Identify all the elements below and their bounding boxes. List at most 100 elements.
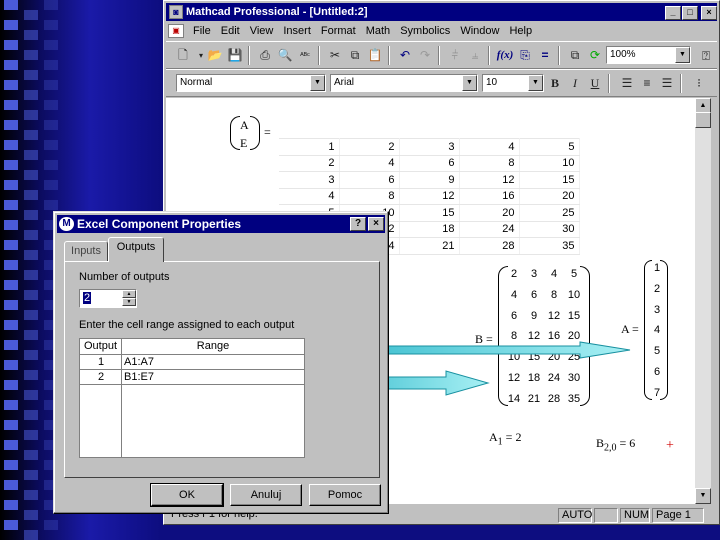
- excel-cell[interactable]: 2: [279, 155, 340, 172]
- range-cell[interactable]: B1:E7: [122, 370, 304, 385]
- zoom-select[interactable]: 100% ▼: [606, 46, 691, 64]
- excel-cell[interactable]: 15: [399, 204, 460, 222]
- menu-bar: ▣ File Edit View Insert Format Math Symb…: [166, 22, 717, 40]
- excel-cell[interactable]: 28: [459, 237, 520, 255]
- mathcad-app-icon[interactable]: ◙: [169, 5, 183, 19]
- menu-help[interactable]: Help: [504, 25, 537, 37]
- italic-icon[interactable]: I: [566, 75, 584, 92]
- num-outputs-stepper[interactable]: 2 ▲ ▼: [79, 289, 137, 308]
- excel-cell[interactable]: 12: [399, 188, 460, 205]
- resources-icon[interactable]: ⟳: [586, 47, 604, 64]
- spin-down-icon[interactable]: ▼: [122, 298, 136, 306]
- spin-up-icon[interactable]: ▲: [122, 290, 136, 298]
- align-left-icon[interactable]: ☰: [618, 75, 636, 92]
- spell-check-icon[interactable]: ᴬᴮᶜ: [296, 47, 314, 64]
- close-icon[interactable]: ×: [368, 217, 384, 231]
- excel-cell[interactable]: 3: [279, 171, 340, 189]
- excel-cell[interactable]: 10: [519, 155, 580, 172]
- chevron-down-icon[interactable]: ▼: [310, 75, 325, 91]
- cancel-button[interactable]: Anuluj: [230, 484, 302, 506]
- tab-outputs[interactable]: Outputs: [108, 237, 164, 262]
- chevron-down-icon[interactable]: ▼: [528, 75, 543, 91]
- help-icon[interactable]: ?: [350, 217, 366, 231]
- scroll-thumb[interactable]: [695, 112, 711, 128]
- excel-cell[interactable]: 25: [519, 204, 580, 222]
- excel-cell[interactable]: 6: [399, 155, 460, 172]
- bullets-icon[interactable]: ⁝: [690, 75, 708, 92]
- excel-cell[interactable]: 16: [459, 188, 520, 205]
- align-across-icon[interactable]: ⫩: [446, 47, 464, 64]
- help-icon[interactable]: ⍰: [697, 47, 715, 64]
- minimize-button[interactable]: _: [665, 6, 681, 20]
- excel-cell[interactable]: 3: [399, 138, 460, 156]
- excel-cell[interactable]: 4: [279, 188, 340, 205]
- excel-cell[interactable]: 2: [339, 138, 400, 156]
- excel-cell[interactable]: 20: [519, 188, 580, 205]
- chevron-down-icon[interactable]: ▼: [675, 47, 690, 63]
- excel-cell[interactable]: 20: [459, 204, 520, 222]
- menu-window[interactable]: Window: [455, 25, 504, 37]
- menu-file[interactable]: File: [188, 25, 216, 37]
- copy-icon[interactable]: ⧉: [346, 47, 364, 64]
- scroll-down-icon[interactable]: ▼: [695, 488, 711, 504]
- excel-cell[interactable]: 24: [459, 221, 520, 238]
- print-icon[interactable]: ⎙: [256, 47, 274, 64]
- align-down-icon[interactable]: ⫨: [466, 47, 484, 64]
- close-button[interactable]: ×: [701, 6, 717, 20]
- cut-icon[interactable]: ✂: [326, 47, 344, 64]
- new-icon[interactable]: 🗋: [174, 47, 192, 64]
- document-icon[interactable]: ▣: [168, 24, 184, 38]
- ok-button[interactable]: OK: [150, 483, 224, 507]
- menu-view[interactable]: View: [245, 25, 279, 37]
- paste-icon[interactable]: 📋: [366, 47, 384, 64]
- excel-cell[interactable]: 18: [399, 221, 460, 238]
- menu-insert[interactable]: Insert: [278, 25, 316, 37]
- excel-cell[interactable]: 9: [399, 171, 460, 189]
- print-preview-icon[interactable]: 🔍: [276, 47, 294, 64]
- excel-cell[interactable]: 5: [519, 138, 580, 156]
- font-size-select[interactable]: 10 ▼: [482, 74, 544, 92]
- align-right-icon[interactable]: ☰: [658, 75, 676, 92]
- excel-cell[interactable]: 1: [279, 138, 340, 156]
- excel-cell[interactable]: 15: [519, 171, 580, 189]
- dialog-titlebar[interactable]: M Excel Component Properties ? ×: [57, 215, 385, 233]
- tab-inputs[interactable]: Inputs: [64, 241, 108, 261]
- align-center-icon[interactable]: ≡: [638, 75, 656, 92]
- output-range-table[interactable]: Output Range 1 A1:A7 2 B1:E7: [79, 338, 305, 458]
- excel-cell[interactable]: 35: [519, 237, 580, 255]
- window-titlebar[interactable]: ◙ Mathcad Professional - [Untitled:2] _ …: [166, 3, 717, 21]
- excel-cell[interactable]: 4: [339, 155, 400, 172]
- menu-format[interactable]: Format: [316, 25, 361, 37]
- redo-icon[interactable]: ↷: [416, 47, 434, 64]
- resource-center-icon[interactable]: ⧉: [566, 47, 584, 64]
- save-icon[interactable]: 💾: [226, 47, 244, 64]
- matrix-cell: 6: [510, 309, 518, 322]
- excel-cell[interactable]: 8: [459, 155, 520, 172]
- menu-symbolics[interactable]: Symbolics: [395, 25, 455, 37]
- excel-cell[interactable]: 8: [339, 188, 400, 205]
- matrix-cell: 10: [507, 351, 521, 364]
- menu-edit[interactable]: Edit: [216, 25, 245, 37]
- style-select[interactable]: Normal ▼: [176, 74, 326, 92]
- underline-icon[interactable]: U: [586, 75, 604, 92]
- excel-cell[interactable]: 12: [459, 171, 520, 189]
- menu-math[interactable]: Math: [361, 25, 395, 37]
- font-select[interactable]: Arial ▼: [330, 74, 478, 92]
- range-cell[interactable]: A1:A7: [122, 355, 304, 370]
- maximize-button[interactable]: □: [682, 6, 698, 20]
- matrix-cell: 3: [530, 268, 538, 280]
- excel-cell[interactable]: 21: [399, 237, 460, 255]
- insert-unit-icon[interactable]: ⎘: [516, 47, 534, 64]
- calculate-icon[interactable]: =: [536, 47, 554, 64]
- excel-cell[interactable]: 4: [459, 138, 520, 156]
- bold-icon[interactable]: B: [546, 75, 564, 92]
- vertical-scrollbar[interactable]: ▲ ▼: [695, 98, 711, 504]
- chevron-down-icon[interactable]: ▼: [462, 75, 477, 91]
- help-button[interactable]: Pomoc: [309, 484, 381, 506]
- undo-icon[interactable]: ↶: [396, 47, 414, 64]
- right-paren: [580, 266, 590, 406]
- open-icon[interactable]: 📂: [206, 47, 224, 64]
- excel-cell[interactable]: 6: [339, 171, 400, 189]
- excel-cell[interactable]: 30: [519, 221, 580, 238]
- insert-function-icon[interactable]: f(x): [496, 47, 514, 64]
